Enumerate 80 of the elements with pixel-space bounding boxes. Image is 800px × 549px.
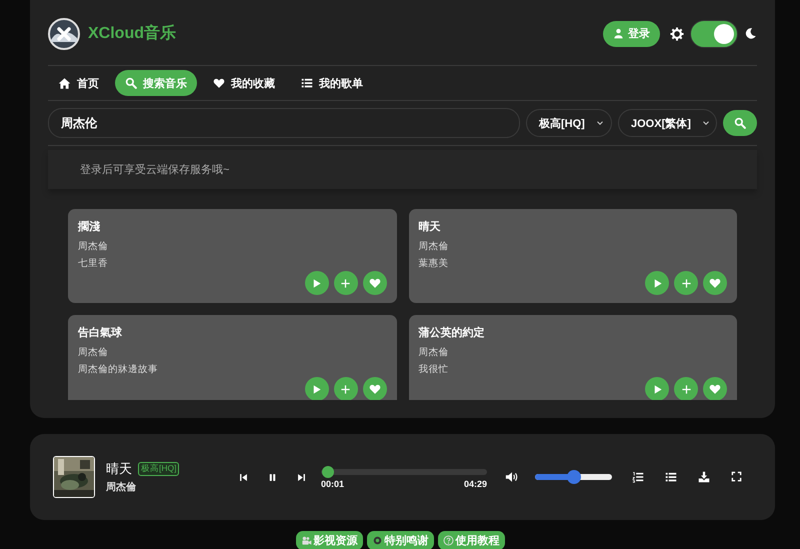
now-playing-title: 晴天 <box>106 460 132 478</box>
song-title: 晴天 <box>418 220 442 234</box>
song-artist: 周杰倫 <box>418 240 450 253</box>
source-dropdown[interactable]: JOOX[繁体] <box>618 109 717 137</box>
plus-icon <box>340 384 351 394</box>
heart-icon <box>368 383 380 395</box>
search-button[interactable] <box>723 110 757 136</box>
play-icon <box>311 384 322 394</box>
song-title: 告白氣球 <box>78 326 123 340</box>
pause-button[interactable] <box>267 472 278 482</box>
add-button[interactable] <box>334 271 358 295</box>
plus-icon <box>340 278 351 288</box>
add-button[interactable] <box>674 377 698 400</box>
heart-icon <box>368 277 380 289</box>
previous-icon <box>238 472 249 482</box>
add-button[interactable] <box>674 271 698 295</box>
song-title: 擱淺 <box>78 220 101 234</box>
pause-icon <box>267 472 278 482</box>
favorite-button[interactable] <box>362 377 386 400</box>
song-artist: 周杰倫 <box>418 346 450 359</box>
download-icon <box>698 471 710 483</box>
quality-dropdown[interactable]: 极高[HQ] <box>526 109 612 137</box>
previous-button[interactable] <box>238 472 249 482</box>
elapsed-time: 00:01 <box>321 479 344 489</box>
song-title: 蒲公英的約定 <box>418 326 486 340</box>
brand-title: XCloud音乐 <box>88 23 176 44</box>
numbered-list-icon <box>632 471 644 483</box>
volume-handle[interactable] <box>566 470 580 484</box>
nav-tab[interactable]: 我的收藏 <box>203 70 285 96</box>
now-playing-artist: 周杰倫 <box>106 480 137 494</box>
heart-icon <box>709 277 721 289</box>
moon-icon <box>744 27 757 40</box>
search-field[interactable]: 周杰伦 <box>48 108 520 138</box>
play-button[interactable] <box>645 271 669 295</box>
progress-bar[interactable] <box>321 466 487 478</box>
download-button[interactable] <box>698 471 710 483</box>
plus-icon <box>680 384 692 394</box>
theme-toggle[interactable] <box>690 20 738 48</box>
fullscreen-icon <box>731 471 742 482</box>
play-button[interactable] <box>304 377 328 400</box>
song-album: 葉惠美 <box>418 257 450 270</box>
song-album: 七里香 <box>78 257 109 270</box>
heart-icon <box>213 77 225 89</box>
quality-tag: 极高[HQ] <box>138 462 180 476</box>
play-button[interactable] <box>645 377 669 400</box>
user-icon <box>613 28 624 39</box>
favorite-button[interactable] <box>703 377 727 400</box>
login-notice: 登录后可享受云端保存服务哦~ <box>48 150 757 189</box>
fullscreen-button[interactable] <box>731 471 742 483</box>
song-artist: 周杰倫 <box>78 240 109 253</box>
progress-handle[interactable] <box>322 466 334 478</box>
help-icon <box>442 535 454 546</box>
play-icon <box>311 278 322 288</box>
search-icon <box>734 117 746 129</box>
nav-tab[interactable]: 我的歌单 <box>291 70 373 96</box>
numbered-list-button[interactable] <box>632 471 644 483</box>
favorite-button[interactable] <box>703 271 727 295</box>
search-icon <box>125 77 137 89</box>
settings-icon <box>670 26 684 40</box>
playlist-button[interactable] <box>665 471 677 483</box>
favorite-button[interactable] <box>362 271 386 295</box>
add-button[interactable] <box>334 377 358 400</box>
total-time: 04:29 <box>464 479 487 489</box>
song-album: 我很忙 <box>418 363 450 376</box>
list-icon <box>301 77 313 89</box>
volume-slider[interactable] <box>535 470 612 484</box>
logo-icon <box>48 18 80 50</box>
volume-button[interactable] <box>505 470 519 484</box>
home-icon <box>58 76 71 90</box>
song-album: 周杰倫的牀邊故事 <box>78 363 159 376</box>
nav-tab[interactable]: 首页 <box>48 70 109 96</box>
next-button[interactable] <box>296 472 307 482</box>
speaker-icon <box>505 470 519 484</box>
list-icon <box>665 471 677 483</box>
play-button[interactable] <box>304 271 328 295</box>
plus-icon <box>680 278 692 288</box>
song-artist: 周杰倫 <box>78 346 109 359</box>
next-icon <box>296 472 307 482</box>
camera-icon <box>300 535 312 546</box>
heart-icon <box>709 383 721 395</box>
